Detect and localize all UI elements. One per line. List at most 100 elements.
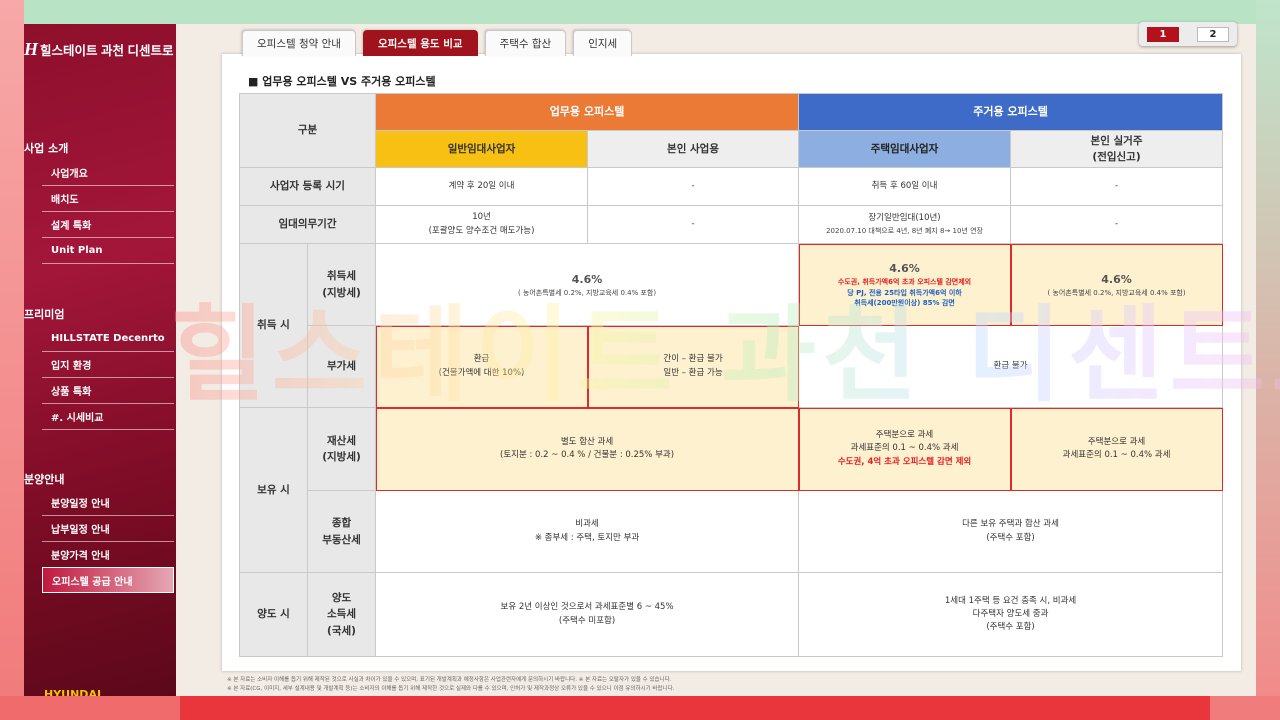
acq-tax-label: 취득세 (327, 270, 356, 283)
sidebar-item-overview[interactable]: 사업개요 (42, 160, 174, 186)
cell-vat-own-business: 간이 – 환급 불가 일반 – 환급 가능 (587, 325, 800, 408)
acqtax-business-note: ( 농어촌특별세 0.2%, 지방교육세 0.4% 포함) (517, 288, 657, 297)
cell-proptax-business: 별도 합산 과세 (토지분 : 0.2 ~ 0.4 % / 건물분 : 0.25… (375, 407, 800, 491)
sidebar-item-payment-schedule[interactable]: 납부일정 안내 (42, 516, 174, 542)
cell-reg-housing-rental: 취득 후 60일 이내 (798, 167, 1012, 206)
nav-section-sales: 분양안내 (24, 473, 65, 486)
proptax-business-type: 별도 합산 과세 (560, 436, 614, 447)
cell-reg-own-residence: - (1010, 167, 1224, 206)
sidebar-item-location[interactable]: 입지 환경 (42, 352, 174, 378)
acqtax-residence-note: ( 농어촌특별세 0.2%, 지방교육세 0.4% 포함) (1047, 288, 1186, 297)
sidebar-item-unit-plan[interactable]: Unit Plan (42, 238, 174, 264)
header-category: 구분 (238, 93, 377, 168)
vat-general: 일반 – 환급 가능 (663, 367, 723, 378)
header-own-residence-line1: 본인 실거주 (1090, 134, 1143, 147)
cell-acqtax-business: 4.6% ( 농어촌특별세 0.2%, 지방교육세 0.4% 포함) (375, 243, 800, 326)
sidebar-item-hillstate[interactable]: HILLSTATE Decenrto (42, 326, 174, 352)
cell-cgt-residential: 1세대 1주택 등 요건 충족 시, 비과세 다주택자 양도세 중과 (주택수 … (798, 572, 1224, 657)
cgt-residential-note: (주택수 포함) (986, 622, 1035, 633)
sidebar-item-officetel-supply[interactable]: 오피스텔 공급 안내 (42, 567, 174, 593)
sidebar-item-product[interactable]: 상품 특화 (42, 378, 174, 404)
vat-refund-note: (건물가액에 대한 10%) (438, 367, 525, 378)
row-label-comprehensive-tax: 종합 부동산세 (306, 490, 377, 573)
cgt-residential-exempt: 1세대 1주택 등 요건 충족 시, 비과세 (944, 595, 1077, 606)
comp-tax-sublabel: 부동산세 (322, 533, 361, 546)
cell-vat-general-rental: 환급 (건물가액에 대한 10%) (375, 325, 589, 408)
proptax-residence-type: 주택분으로 과세 (1087, 436, 1146, 447)
lease-long-term: 장기일반임대(10년) (868, 213, 941, 224)
sidebar-item-price-info[interactable]: 분양가격 안내 (42, 542, 174, 568)
cgt-label-3: (국세) (327, 624, 356, 637)
header-own-residence: 본인 실거주 (전입신고) (1010, 130, 1224, 168)
lease-note: (포괄양도 양수조건 매도가능) (428, 225, 535, 236)
comptax-residential-rule: 다른 보유 주택과 합산 과세 (962, 519, 1059, 530)
frame-left-border (0, 0, 24, 720)
page-1-button[interactable]: 1 (1147, 26, 1179, 42)
frame-right-border (1256, 0, 1280, 720)
property-tax-sublabel: (지방세) (322, 451, 361, 463)
row-label-capital-gains-tax: 양도 소득세 (국세) (306, 572, 377, 657)
cell-lease-own-business: - (587, 205, 800, 244)
comp-tax-label: 종합 (331, 517, 352, 530)
cell-reg-own-business: - (587, 167, 800, 206)
cgt-business-rate: 보유 2년 이상인 것으로서 과세표준별 6 ~ 45% (500, 602, 674, 613)
proptax-housing-exclusion: 수도권, 4억 초과 오피스텔 감면 제외 (837, 456, 972, 467)
footnote-1: ※ 본 자료는 소비자 이해를 돕기 위해 제작된 것으로 사실과 차이가 있을… (227, 677, 672, 683)
lease-policy-note: 2020.07.10 대책으로 4년, 8년 폐지 8→ 10년 연장 (826, 226, 983, 235)
cell-acqtax-housing-rental: 4.6% 수도권, 취득가액6억 초과 오피스텔 감면제외 당 PJ, 전용 2… (798, 243, 1012, 326)
cell-lease-housing-rental: 장기일반임대(10년) 2020.07.10 대책으로 4년, 8년 폐지 8→… (798, 205, 1012, 244)
frame-bottom-border (0, 696, 1280, 720)
comptax-residential-note: (주택수 포함) (986, 532, 1035, 543)
sidebar-item-design[interactable]: 설계 특화 (42, 212, 174, 238)
hyundai-logo: HYUNDAI (44, 688, 102, 696)
row-group-holding: 보유 시 (239, 407, 308, 573)
header-general-rental: 일반임대사업자 (375, 130, 589, 168)
cell-lease-general-rental: 10년 (포괄양도 양수조건 매도가능) (375, 205, 589, 244)
cgt-label-2: 소득세 (327, 608, 356, 621)
property-tax-label: 재산세 (327, 434, 356, 447)
cell-acqtax-own-residence: 4.6% ( 농어촌특별세 0.2%, 지방교육세 0.4% 포함) (1010, 243, 1224, 326)
acqtax-housing-exclusion: 수도권, 취득가액6억 초과 오피스텔 감면제외 (837, 277, 972, 286)
cgt-residential-surcharge: 다주택자 양도세 중과 (972, 608, 1049, 619)
cell-cgt-business: 보유 2년 이상인 것으로서 과세표준별 6 ~ 45% (주택수 미포함) (375, 572, 800, 657)
tab-usage-compare[interactable]: 오피스텔 용도 비교 (362, 30, 478, 56)
header-housing-rental: 주택임대사업자 (798, 130, 1012, 168)
cell-lease-own-residence: - (1010, 205, 1224, 244)
tab-stamp-tax[interactable]: 인지세 (573, 30, 633, 56)
header-own-business: 본인 사업용 (587, 130, 800, 168)
cell-reg-general-rental: 계약 후 20일 이내 (375, 167, 589, 206)
row-group-transfer: 양도 시 (239, 572, 308, 657)
tab-bar: 오피스텔 청약 안내 오피스텔 용도 비교 주택수 합산 인지세 (242, 30, 633, 56)
row-label-property-tax: 재산세 (지방세) (306, 407, 377, 491)
cell-vat-residential: 환급 불가 (798, 325, 1224, 408)
comparison-table: 구분 업무용 오피스텔 주거용 오피스텔 일반임대사업자 본인 사업용 주택임대… (238, 93, 1224, 657)
cell-proptax-housing-rental: 주택분으로 과세 과세표준의 0.1 ~ 0.4% 과세 수도권, 4억 초과 … (798, 407, 1012, 491)
header-business-officetel: 업무용 오피스텔 (375, 93, 800, 131)
header-residential-officetel: 주거용 오피스텔 (798, 93, 1224, 131)
cell-comptax-residential: 다른 보유 주택과 합산 과세 (주택수 포함) (798, 490, 1224, 573)
section-heading: ■ 업무용 오피스텔 VS 주거용 오피스텔 (248, 75, 436, 88)
brand-logo[interactable]: H 힐스테이트 과천 디센트로 (24, 36, 176, 62)
row-label-vat: 부가세 (306, 325, 377, 408)
footnote-2: ※ 본 자료(CG, 이미지, 세부 설계내용 및 개발계획 등)는 소비자의 … (227, 686, 675, 692)
row-group-acquisition: 취득 시 (239, 243, 308, 408)
lease-years: 10년 (472, 212, 491, 223)
brand-name: 힐스테이트 과천 디센트로 (40, 43, 174, 58)
acq-tax-sublabel: (지방세) (322, 286, 361, 299)
acqtax-residence-rate: 4.6% (1101, 272, 1132, 286)
row-label-acquisition-tax: 취득세 (지방세) (306, 243, 377, 326)
pager: 1 2 (1139, 22, 1237, 46)
sidebar-item-sales-schedule[interactable]: 분양일정 안내 (42, 490, 174, 516)
tab-house-count[interactable]: 주택수 합산 (484, 30, 567, 56)
sidebar-item-price-compare[interactable]: #. 시세비교 (42, 404, 174, 430)
vat-refund: 환급 (473, 354, 490, 365)
proptax-business-rates: (토지분 : 0.2 ~ 0.4 % / 건물분 : 0.25% 부과) (500, 450, 675, 460)
sidebar: H 힐스테이트 과천 디센트로 사업 소개 사업개요 배치도 설계 특화 Uni… (24, 24, 176, 696)
row-label-lease-period: 임대의무기간 (238, 205, 377, 244)
proptax-housing-type: 주택분으로 과세 (875, 430, 934, 441)
nav-section-business: 사업 소개 (24, 142, 69, 155)
sidebar-item-site-plan[interactable]: 배치도 (42, 186, 174, 212)
proptax-housing-rate: 과세표준의 0.1 ~ 0.4% 과세 (850, 443, 959, 454)
tab-subscription[interactable]: 오피스텔 청약 안내 (242, 30, 356, 56)
page-2-button[interactable]: 2 (1197, 26, 1229, 42)
